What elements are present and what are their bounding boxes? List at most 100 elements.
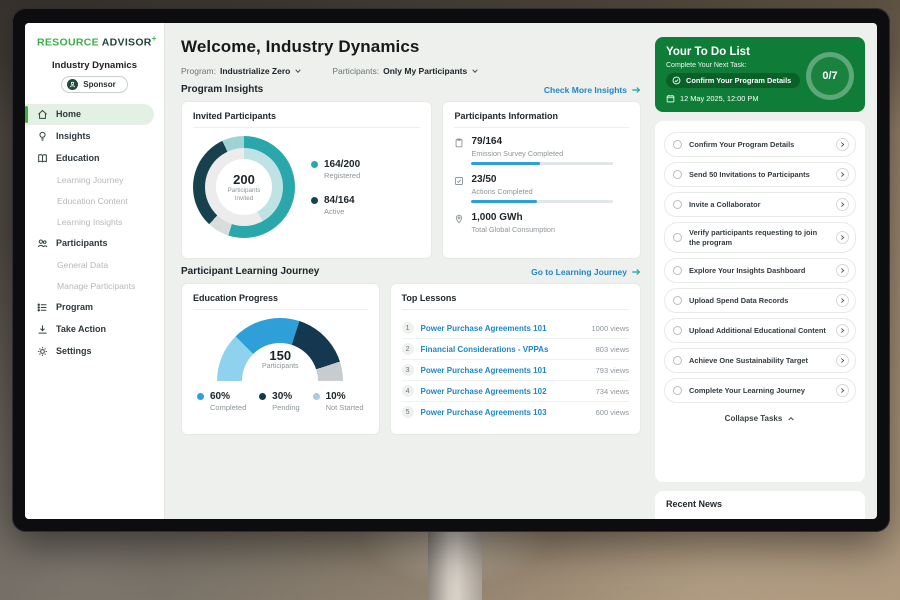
education-legend: 60% Completed 30% Pending — [193, 391, 368, 412]
sidebar-item-manage-participants[interactable]: Manage Participants — [25, 276, 164, 296]
calendar-icon — [666, 94, 675, 103]
sidebar-item-label: Learning Journey — [57, 175, 123, 185]
gear-icon — [37, 346, 48, 357]
lesson-link[interactable]: Financial Considerations - VPPAs — [421, 345, 589, 354]
task-row[interactable]: Complete Your Learning Journey — [664, 378, 856, 403]
chevron-right-icon[interactable] — [836, 231, 849, 244]
legend-value: 30% — [272, 391, 292, 402]
task-checkbox[interactable] — [673, 170, 682, 179]
sidebar-item-learning-insights[interactable]: Learning Insights — [25, 212, 164, 232]
sponsor-badge[interactable]: Sponsor — [61, 76, 127, 93]
lesson-row[interactable]: 2 Financial Considerations - VPPAs 803 v… — [402, 339, 629, 360]
lesson-link[interactable]: Power Purchase Agreements 101 — [421, 324, 585, 333]
go-to-learning-journey-link[interactable]: Go to Learning Journey — [531, 267, 641, 277]
task-checkbox[interactable] — [673, 386, 682, 395]
chevron-right-icon[interactable] — [836, 264, 849, 277]
task-row[interactable]: Explore Your Insights Dashboard — [664, 258, 856, 283]
check-circle-icon — [672, 76, 681, 85]
task-label: Upload Spend Data Records — [689, 296, 829, 306]
sidebar-item-program[interactable]: Program — [25, 297, 164, 318]
main-content: Welcome, Industry Dynamics Program: Indu… — [165, 23, 653, 519]
gauge-value: 150 — [217, 348, 343, 363]
logo-word-resource: RESOURCE — [37, 37, 99, 49]
chevron-right-icon[interactable] — [836, 294, 849, 307]
lesson-row[interactable]: 5 Power Purchase Agreements 103 600 view… — [402, 402, 629, 422]
lesson-rank: 4 — [402, 385, 414, 397]
lesson-row[interactable]: 3 Power Purchase Agreements 101 793 view… — [402, 360, 629, 381]
sidebar-item-label: Settings — [56, 346, 92, 356]
task-checkbox[interactable] — [673, 266, 682, 275]
lesson-row[interactable]: 1 Power Purchase Agreements 101 1000 vie… — [402, 318, 629, 339]
chevron-right-icon[interactable] — [836, 168, 849, 181]
chevron-down-icon — [471, 67, 479, 75]
task-checkbox[interactable] — [673, 140, 682, 149]
task-row[interactable]: Invite a Collaborator — [664, 192, 856, 217]
sidebar-item-education-content[interactable]: Education Content — [25, 191, 164, 211]
task-row[interactable]: Achieve One Sustainability Target — [664, 348, 856, 373]
lesson-link[interactable]: Power Purchase Agreements 102 — [421, 387, 589, 396]
task-checkbox[interactable] — [673, 326, 682, 335]
todo-panel: Your To Do List Complete Your Next Task:… — [653, 23, 877, 519]
section-title: Participant Learning Journey — [181, 266, 319, 277]
book-icon — [37, 153, 48, 164]
monitor-bezel: RESOURCE ADVISOR+ Industry Dynamics Spon… — [12, 8, 890, 532]
lesson-link[interactable]: Power Purchase Agreements 101 — [421, 366, 589, 375]
task-row[interactable]: Confirm Your Program Details — [664, 132, 856, 157]
logo-word-advisor: ADVISOR — [102, 37, 152, 49]
task-row[interactable]: Send 50 Invitations to Participants — [664, 162, 856, 187]
sidebar-item-label: Take Action — [56, 324, 106, 334]
sidebar-item-label: Insights — [56, 131, 91, 141]
sidebar-item-participants[interactable]: Participants — [25, 233, 164, 254]
sidebar-item-general-data[interactable]: General Data — [25, 255, 164, 275]
task-row[interactable]: Verify participants requesting to join t… — [664, 222, 856, 253]
collapse-label: Collapse Tasks — [725, 414, 783, 423]
action-arrow-icon — [37, 324, 48, 335]
collapse-tasks-link[interactable]: Collapse Tasks — [664, 408, 856, 427]
sidebar-item-insights[interactable]: Insights — [25, 126, 164, 147]
stat-actions-completed: 23/50 Actions Completed — [454, 174, 629, 203]
lesson-row[interactable]: 4 Power Purchase Agreements 102 734 view… — [402, 381, 629, 402]
lesson-views: 803 views — [596, 345, 629, 354]
legend-not-started: 10% Not Started — [313, 391, 364, 412]
invited-donut-chart: 200 Participants Invited — [193, 136, 295, 238]
legend-dot-teal — [311, 161, 318, 168]
task-row[interactable]: Upload Additional Educational Content — [664, 318, 856, 343]
legend-label: Active — [324, 207, 355, 216]
program-selector[interactable]: Program: Industrialize Zero — [181, 66, 302, 76]
checklist-icon — [454, 176, 464, 186]
task-checkbox[interactable] — [673, 356, 682, 365]
chevron-right-icon[interactable] — [836, 354, 849, 367]
task-row[interactable]: Upload Spend Data Records — [664, 288, 856, 313]
task-checkbox[interactable] — [673, 233, 682, 242]
participants-selector[interactable]: Participants: Only My Participants — [332, 66, 479, 76]
card-title: Top Lessons — [402, 293, 629, 310]
legend-completed: 60% Completed — [197, 391, 246, 412]
next-task-pill[interactable]: Confirm Your Program Details — [666, 73, 800, 88]
lesson-rank: 5 — [402, 406, 414, 418]
legend-active: 84/164 Active — [311, 195, 360, 216]
sidebar-item-settings[interactable]: Settings — [25, 341, 164, 362]
list-icon — [37, 302, 48, 313]
legend-label: Not Started — [326, 403, 364, 412]
task-label: Complete Your Learning Journey — [689, 386, 829, 396]
chevron-right-icon[interactable] — [836, 138, 849, 151]
lesson-rank: 1 — [402, 322, 414, 334]
sidebar-item-home[interactable]: Home — [25, 104, 154, 125]
sidebar-item-take-action[interactable]: Take Action — [25, 319, 164, 340]
donut-center-value: 200 — [233, 172, 255, 187]
chevron-right-icon[interactable] — [836, 198, 849, 211]
task-checkbox[interactable] — [673, 200, 682, 209]
chevron-right-icon[interactable] — [836, 324, 849, 337]
logo-plus: + — [152, 34, 157, 43]
lesson-link[interactable]: Power Purchase Agreements 103 — [421, 408, 589, 417]
card-title: Participants Information — [454, 111, 629, 128]
stat-label: Actions Completed — [471, 187, 613, 196]
sidebar-item-education[interactable]: Education — [25, 148, 164, 169]
sidebar-item-label: General Data — [57, 260, 108, 270]
check-more-insights-link[interactable]: Check More Insights — [544, 85, 641, 95]
legend-dot-navy — [311, 197, 318, 204]
sidebar-item-learning-journey[interactable]: Learning Journey — [25, 170, 164, 190]
legend-pending: 30% Pending — [259, 391, 300, 412]
chevron-right-icon[interactable] — [836, 384, 849, 397]
task-checkbox[interactable] — [673, 296, 682, 305]
